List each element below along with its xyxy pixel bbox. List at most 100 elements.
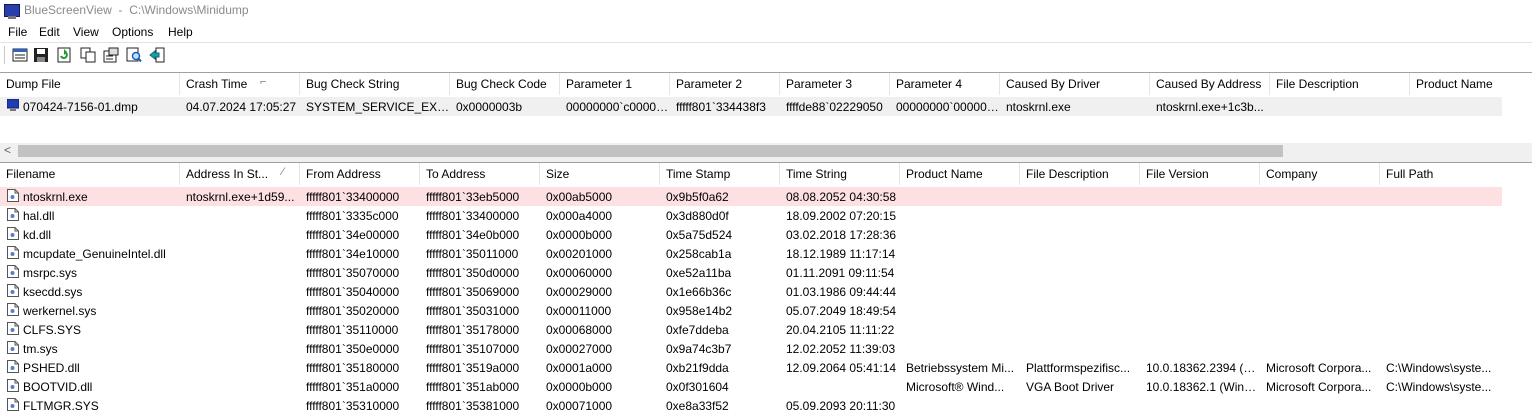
scroll-left-icon[interactable]: <	[4, 143, 11, 157]
full-path-cell	[1380, 320, 1500, 339]
product-name-cell	[900, 187, 1020, 206]
col-caused-by-driver[interactable]: Caused By Driver	[1000, 73, 1150, 95]
save-icon[interactable]	[33, 47, 49, 63]
col-file-description[interactable]: File Description	[1020, 163, 1140, 185]
col-dump-file[interactable]: Dump File	[0, 73, 180, 95]
product-name-cell	[900, 282, 1020, 301]
col-size[interactable]: Size	[540, 163, 660, 185]
module-row[interactable]: ksecdd.sys fffff801`35040000 fffff801`3506…	[0, 282, 1502, 301]
menu-help[interactable]: Help	[168, 25, 193, 39]
to-address-cell: fffff801`35178000	[426, 323, 520, 337]
to-address-cell: fffff801`35011000	[426, 247, 519, 261]
product-name-cell	[900, 396, 1020, 415]
size-cell: 0x000a4000	[546, 209, 613, 223]
to-address-cell: fffff801`350d0000	[426, 266, 520, 280]
col-file-version[interactable]: File Version	[1140, 163, 1260, 185]
copy-icon[interactable]	[80, 47, 96, 63]
file-version-cell	[1140, 339, 1260, 358]
module-row[interactable]: FLTMGR.SYS fffff801`35310000 fffff801`3538…	[0, 396, 1502, 415]
full-path-cell	[1380, 244, 1500, 263]
product-name-cell	[900, 263, 1020, 282]
col-parameter-4[interactable]: Parameter 4	[890, 73, 1000, 95]
crash-time-cell: 04.07.2024 17:05:27	[186, 100, 297, 114]
module-row[interactable]: PSHED.dll fffff801`35180000 fffff801`3519a…	[0, 358, 1502, 377]
time-string-cell: 12.09.2064 05:41:14	[786, 361, 897, 375]
module-row[interactable]: werkernel.sys fffff801`35020000 fffff801`3…	[0, 301, 1502, 320]
col-caused-by-address[interactable]: Caused By Address	[1150, 73, 1270, 95]
module-row[interactable]: tm.sys fffff801`350e0000 fffff801`35107000…	[0, 339, 1502, 358]
horizontal-scrollbar[interactable]: <	[0, 143, 1532, 159]
address-in-stack-cell	[180, 320, 300, 339]
menu-view[interactable]: View	[73, 25, 99, 39]
col-bug-check-code[interactable]: Bug Check Code	[450, 73, 560, 95]
company-cell	[1260, 396, 1380, 415]
col-from-address[interactable]: From Address	[300, 163, 420, 185]
full-path-cell	[1380, 339, 1500, 358]
module-row[interactable]: mcupdate_GenuineIntel.dll fffff801`34e100…	[0, 244, 1502, 263]
exit-icon[interactable]	[149, 47, 165, 63]
size-cell: 0x0001a000	[546, 361, 613, 375]
to-address-cell: fffff801`35031000	[426, 304, 520, 318]
time-string-cell: 18.09.2002 07:20:15	[786, 209, 897, 223]
properties-icon[interactable]	[103, 47, 119, 63]
file-description-cell: Plattformspezifisc...	[1026, 361, 1131, 375]
col-filename[interactable]: Filename	[0, 163, 180, 185]
col-parameter-1[interactable]: Parameter 1	[560, 73, 670, 95]
menu-bar: File Edit View Options Help	[0, 22, 1532, 42]
col-crash-time-label: Crash Time	[186, 77, 248, 91]
file-description-cell	[1020, 206, 1140, 225]
col-time-string[interactable]: Time String	[780, 163, 900, 185]
time-string-cell: 05.07.2049 18:49:54	[786, 304, 897, 318]
col-file-description[interactable]: File Description	[1270, 73, 1410, 95]
full-path-cell	[1380, 187, 1500, 206]
menu-file[interactable]: File	[8, 25, 27, 39]
module-list[interactable]: Filename Address In St... ⁄ From Address …	[0, 162, 1532, 417]
address-in-stack-cell	[180, 225, 300, 244]
address-in-stack-cell	[180, 206, 300, 225]
menu-options[interactable]: Options	[112, 25, 153, 39]
scrollbar-thumb[interactable]	[18, 145, 1283, 157]
address-in-stack-cell	[180, 282, 300, 301]
to-address-cell: fffff801`33400000	[426, 209, 520, 223]
time-stamp-cell: 0xfe7ddeba	[666, 323, 729, 337]
size-cell: 0x0000b000	[546, 380, 613, 394]
time-string-cell: 01.11.2091 09:11:54	[786, 266, 895, 280]
company-cell	[1260, 187, 1380, 206]
col-bug-check-string[interactable]: Bug Check String	[300, 73, 450, 95]
col-full-path[interactable]: Full Path	[1380, 163, 1532, 185]
col-time-stamp[interactable]: Time Stamp	[660, 163, 780, 185]
col-crash-time[interactable]: Crash Time ⌐	[180, 73, 300, 95]
module-row[interactable]: BOOTVID.dll fffff801`351a0000 fffff801`351…	[0, 377, 1502, 396]
dump-list[interactable]: Dump File Crash Time ⌐ Bug Check String B…	[0, 72, 1532, 159]
full-path-cell	[1380, 396, 1500, 415]
full-path-cell	[1380, 225, 1500, 244]
module-row[interactable]: ntoskrnl.exe ntoskrnl.exe+1d59... fffff801…	[0, 187, 1502, 206]
from-address-cell: fffff801`35070000	[306, 266, 400, 280]
col-parameter-3[interactable]: Parameter 3	[780, 73, 890, 95]
toolbar	[0, 42, 1532, 70]
to-address-cell: fffff801`34e0b000	[426, 228, 520, 242]
module-row[interactable]: msrpc.sys fffff801`35070000 fffff801`350d0…	[0, 263, 1502, 282]
dump-row[interactable]: 070424-7156-01.dmp 04.07.2024 17:05:27 S…	[0, 97, 1502, 116]
col-company[interactable]: Company	[1260, 163, 1380, 185]
menu-edit[interactable]: Edit	[39, 25, 60, 39]
options-icon[interactable]	[12, 47, 28, 63]
refresh-icon[interactable]	[56, 47, 72, 63]
company-cell: Microsoft Corpora...	[1266, 361, 1372, 375]
file-version-cell	[1140, 187, 1260, 206]
col-product-name[interactable]: Product Name	[1410, 73, 1532, 95]
product-name-cell	[1410, 97, 1502, 116]
module-row[interactable]: kd.dll fffff801`34e00000 fffff801`34e0b000…	[0, 225, 1502, 244]
module-row[interactable]: hal.dll fffff801`3335c000 fffff801`3340000…	[0, 206, 1502, 225]
time-stamp-cell: 0x3d880d0f	[666, 209, 729, 223]
col-product-name[interactable]: Product Name	[900, 163, 1020, 185]
filename-cell: mcupdate_GenuineIntel.dll	[23, 247, 166, 261]
file-description-cell	[1020, 282, 1140, 301]
module-row[interactable]: CLFS.SYS fffff801`35110000 fffff801`351780…	[0, 320, 1502, 339]
time-string-cell	[780, 377, 900, 396]
col-address-in-stack[interactable]: Address In St... ⁄	[180, 163, 300, 185]
find-icon[interactable]	[126, 47, 142, 63]
col-to-address[interactable]: To Address	[420, 163, 540, 185]
col-parameter-2[interactable]: Parameter 2	[670, 73, 780, 95]
address-in-stack-cell	[180, 396, 300, 415]
